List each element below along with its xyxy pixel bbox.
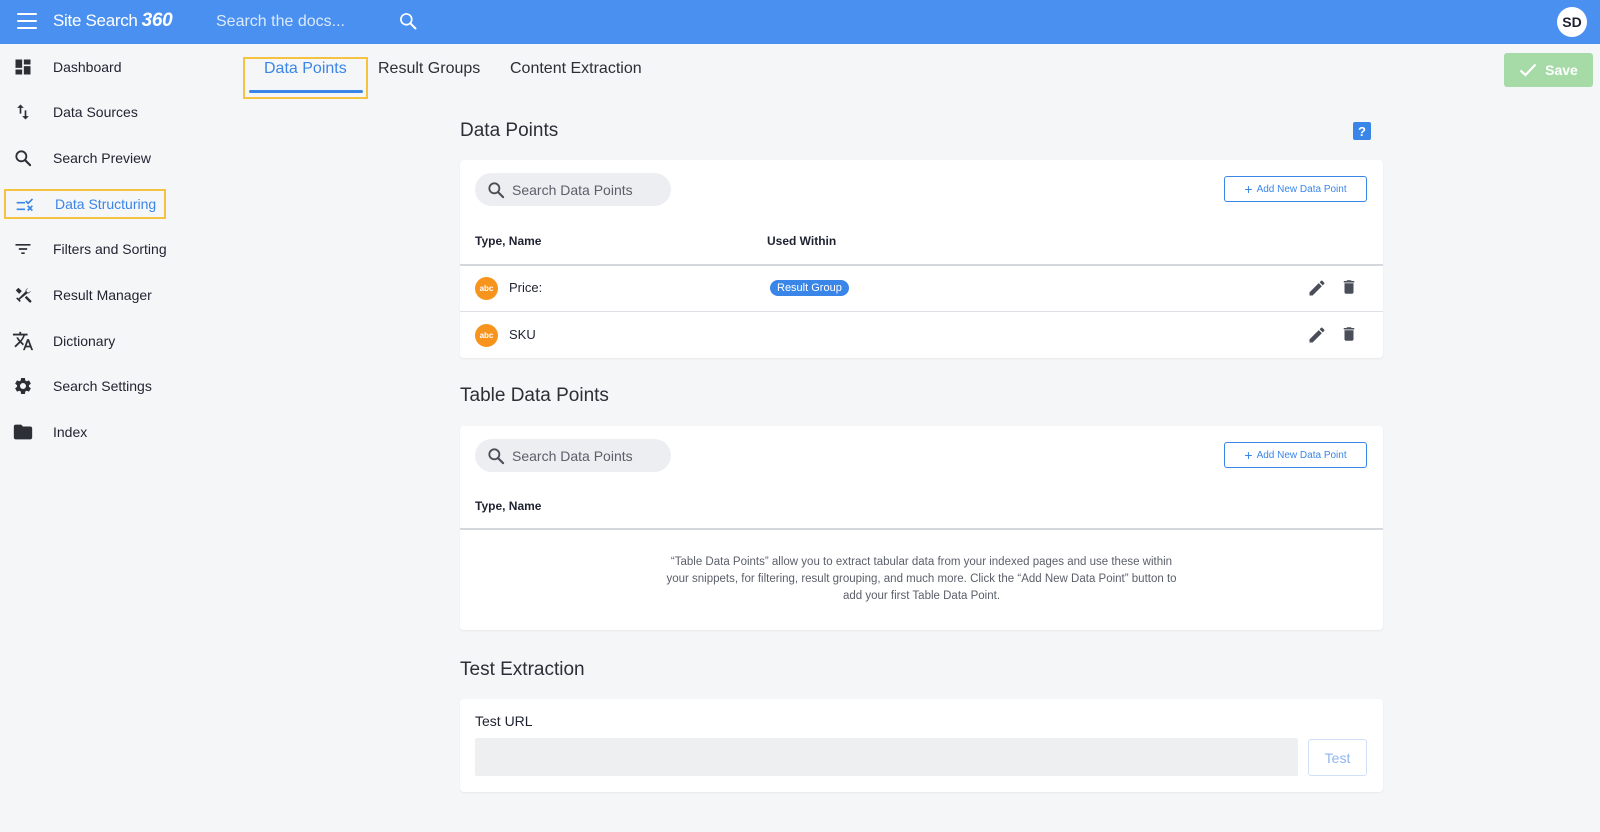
sidebar-item-index[interactable]: Index <box>4 417 166 447</box>
help-icon[interactable]: ? <box>1353 122 1371 140</box>
table-row[interactable]: abc Price: Result Group <box>460 265 1383 311</box>
sidebar-item-search-settings[interactable]: Search Settings <box>4 371 166 401</box>
add-label: Add New Data Point <box>1256 183 1347 195</box>
logo-suffix: 360 <box>141 10 173 31</box>
save-button[interactable]: Save <box>1504 53 1593 87</box>
edit-icon[interactable] <box>1307 278 1327 298</box>
sidebar-item-filters-and-sorting[interactable]: Filters and Sorting <box>4 234 167 264</box>
sidebar-item-label: Data Structuring <box>55 196 157 212</box>
sidebar: Dashboard Data Sources Search Preview Da… <box>0 44 190 832</box>
text-type-icon: abc <box>475 277 498 300</box>
filter-icon <box>12 238 34 260</box>
add-label: Add New Data Point <box>1256 449 1347 461</box>
sidebar-item-label: Search Preview <box>53 150 152 166</box>
table-data-points-title: Table Data Points <box>460 385 609 406</box>
test-url-label: Test URL <box>475 713 533 729</box>
data-points-search <box>475 173 671 206</box>
edit-icon[interactable] <box>1307 325 1327 345</box>
data-points-search-input[interactable] <box>512 173 662 206</box>
data-points-card: + Add New Data Point Type, Name Used Wit… <box>460 160 1383 358</box>
sidebar-item-dashboard[interactable]: Dashboard <box>4 52 166 82</box>
add-table-data-point-button[interactable]: + Add New Data Point <box>1224 442 1367 468</box>
sidebar-item-dictionary[interactable]: Dictionary <box>4 326 166 356</box>
gear-icon <box>12 375 34 397</box>
col-used-within: Used Within <box>767 234 837 248</box>
logo[interactable]: Site Search 360 <box>53 10 173 32</box>
used-within-badge: Result Group <box>770 280 849 296</box>
docs-search <box>216 8 426 36</box>
header-divider <box>460 528 1383 530</box>
tab-data-points[interactable]: Data Points <box>264 60 347 78</box>
sidebar-item-label: Filters and Sorting <box>53 241 167 257</box>
delete-icon[interactable] <box>1340 277 1358 297</box>
top-bar: Site Search 360 SD <box>0 0 1600 44</box>
swap-vertical-icon <box>12 101 34 123</box>
search-icon <box>488 448 505 465</box>
table-data-points-search-input[interactable] <box>512 439 662 472</box>
sidebar-item-label: Index <box>53 424 88 440</box>
avatar[interactable]: SD <box>1557 7 1587 37</box>
menu-icon[interactable] <box>17 13 37 29</box>
plus-icon: + <box>1244 181 1253 197</box>
check-icon <box>1519 63 1537 77</box>
sidebar-item-label: Data Sources <box>53 104 138 120</box>
search-icon <box>488 182 505 199</box>
delete-icon[interactable] <box>1340 324 1358 344</box>
table-data-points-search <box>475 439 671 472</box>
text-type-icon: abc <box>475 324 498 347</box>
tab-indicator <box>249 90 363 93</box>
tab-result-groups[interactable]: Result Groups <box>378 60 480 78</box>
col-type-name: Type, Name <box>475 499 542 513</box>
sidebar-item-search-preview[interactable]: Search Preview <box>4 143 166 173</box>
test-url-input[interactable] <box>475 738 1298 776</box>
dashboard-icon <box>12 56 34 78</box>
test-button[interactable]: Test <box>1308 739 1367 776</box>
data-points-title: Data Points <box>460 120 559 141</box>
save-label: Save <box>1545 62 1578 78</box>
table-row[interactable]: abc SKU <box>460 312 1383 358</box>
sidebar-item-data-structuring[interactable]: Data Structuring <box>4 189 166 219</box>
add-data-point-button[interactable]: + Add New Data Point <box>1224 176 1367 202</box>
docs-search-input[interactable] <box>216 13 396 31</box>
test-extraction-title: Test Extraction <box>460 659 585 680</box>
search-icon <box>12 147 34 169</box>
sidebar-item-label: Dictionary <box>53 333 116 349</box>
sidebar-item-label: Result Manager <box>53 287 152 303</box>
translate-icon <box>12 330 34 352</box>
search-icon[interactable] <box>398 11 418 31</box>
sidebar-item-result-manager[interactable]: Result Manager <box>4 280 166 310</box>
empty-state-message: “Table Data Points” allow you to extract… <box>666 556 1177 602</box>
data-structuring-icon <box>14 195 36 217</box>
tab-content-extraction[interactable]: Content Extraction <box>510 60 642 78</box>
row-name: SKU <box>509 327 536 342</box>
plus-icon: + <box>1244 447 1253 463</box>
table-data-points-card: + Add New Data Point Type, Name “Table D… <box>460 426 1383 630</box>
col-type-name: Type, Name <box>475 234 542 248</box>
test-extraction-card: Test URL Test <box>460 699 1383 792</box>
logo-text: Site Search <box>53 11 138 30</box>
row-name: Price: <box>509 280 543 295</box>
sidebar-item-label: Search Settings <box>53 378 152 394</box>
sidebar-item-label: Dashboard <box>53 59 122 75</box>
sidebar-item-data-sources[interactable]: Data Sources <box>4 97 166 127</box>
tools-icon <box>12 284 34 306</box>
folder-icon <box>12 421 34 443</box>
